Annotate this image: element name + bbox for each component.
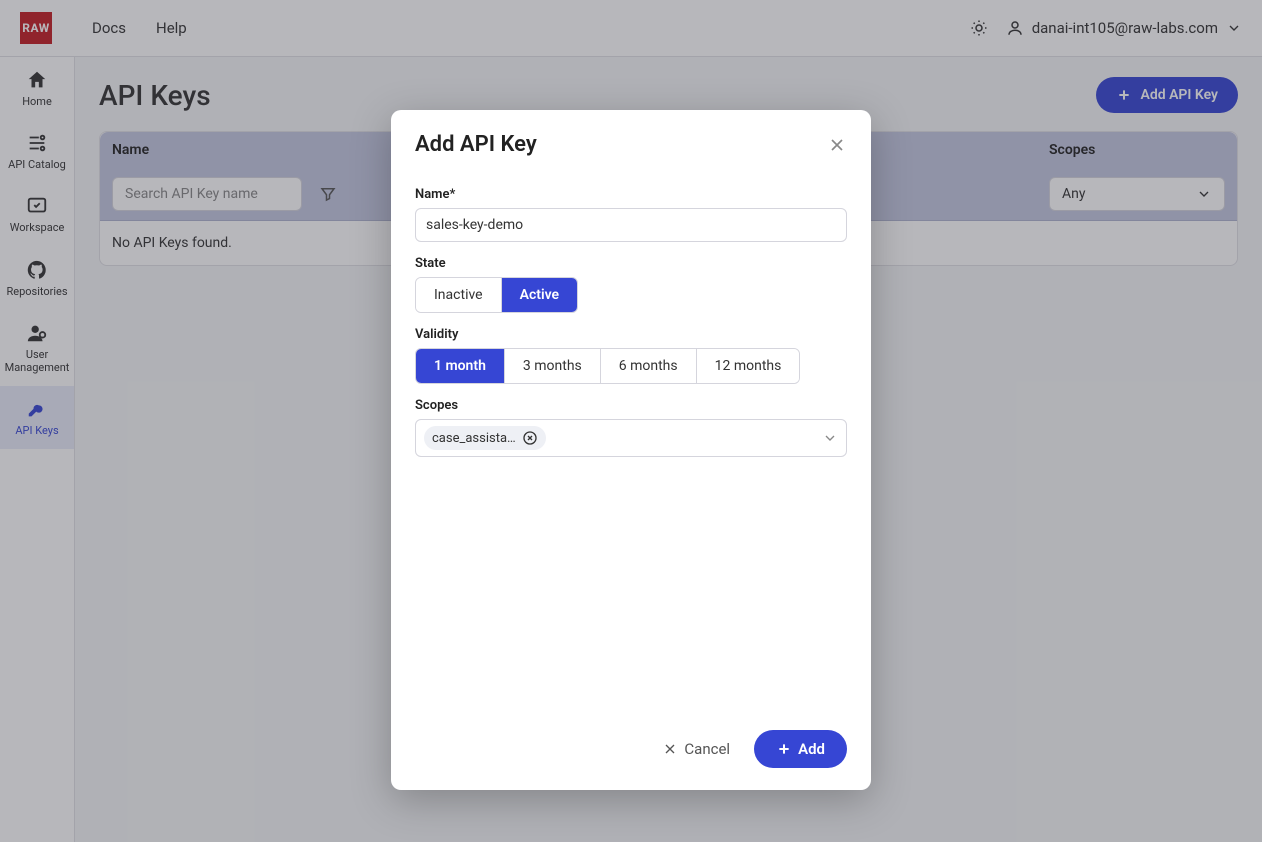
validity-3months-button[interactable]: 3 months — [505, 349, 601, 383]
state-segmented: Inactive Active — [415, 277, 578, 313]
name-input[interactable] — [415, 208, 847, 242]
modal-title: Add API Key — [415, 132, 537, 157]
add-label: Add — [798, 740, 825, 758]
scopes-select[interactable]: case_assista… — [415, 419, 847, 457]
validity-12months-button[interactable]: 12 months — [697, 349, 800, 383]
validity-6months-button[interactable]: 6 months — [601, 349, 697, 383]
cancel-button[interactable]: Cancel — [652, 730, 740, 768]
scopes-label: Scopes — [415, 398, 847, 413]
add-button[interactable]: Add — [754, 730, 847, 768]
scope-chip-text: case_assista… — [432, 431, 516, 446]
state-inactive-button[interactable]: Inactive — [416, 278, 502, 312]
modal-close-button[interactable] — [827, 135, 847, 155]
close-icon — [827, 135, 847, 155]
name-label: Name* — [415, 187, 847, 202]
validity-segmented: 1 month 3 months 6 months 12 months — [415, 348, 800, 384]
scope-chip: case_assista… — [424, 426, 546, 450]
scope-chip-remove[interactable] — [522, 430, 538, 446]
chevron-down-icon — [822, 430, 838, 446]
cancel-label: Cancel — [684, 740, 730, 758]
validity-1month-button[interactable]: 1 month — [416, 349, 505, 383]
validity-label: Validity — [415, 327, 847, 342]
modal-overlay[interactable]: Add API Key Name* State Inactive Active … — [0, 0, 1262, 842]
state-label: State — [415, 256, 847, 271]
add-api-key-modal: Add API Key Name* State Inactive Active … — [391, 110, 871, 790]
close-circle-icon — [522, 430, 538, 446]
state-active-button[interactable]: Active — [502, 278, 577, 312]
close-icon — [662, 741, 678, 757]
plus-icon — [776, 741, 792, 757]
